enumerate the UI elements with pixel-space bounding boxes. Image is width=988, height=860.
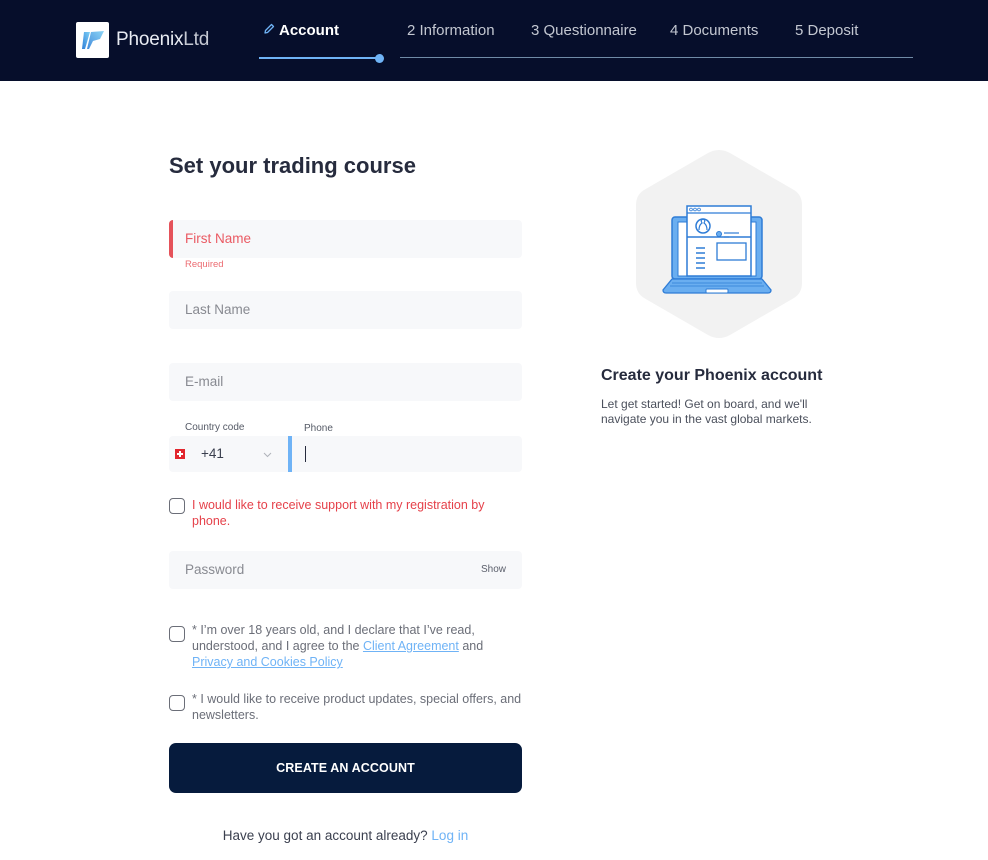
step-documents[interactable]: 4 Documents — [670, 22, 758, 39]
registration-steps: Account 2 Information 3 Questionnaire 4 … — [259, 0, 919, 81]
country-code-value: +41 — [201, 446, 224, 461]
chevron-down-icon — [263, 446, 272, 458]
email-placeholder: E-mail — [185, 374, 224, 389]
side-title: Create your Phoenix account — [601, 367, 823, 384]
newsletter-label: * I would like to receive product update… — [192, 692, 522, 722]
phone-support-checkbox[interactable] — [169, 498, 185, 514]
logo-text: PhoenixLtd — [116, 29, 209, 51]
client-agreement-link[interactable]: Client Agreement — [363, 639, 459, 653]
show-password-button[interactable]: Show — [481, 564, 506, 575]
first-name-error: Required — [185, 259, 224, 270]
phone-field-group: +41 — [169, 436, 522, 472]
logo-suffix: Ltd — [183, 29, 210, 50]
login-link[interactable]: Log in — [431, 828, 468, 843]
top-navigation-bar: PhoenixLtd Account 2 Information 3 Quest… — [0, 0, 988, 81]
country-code-label: Country code — [185, 422, 245, 433]
privacy-policy-link[interactable]: Privacy and Cookies Policy — [192, 655, 343, 669]
terms-text-middle: and — [458, 639, 484, 653]
country-code-select[interactable]: +41 — [169, 436, 288, 472]
phone-label: Phone — [304, 423, 333, 434]
last-name-input[interactable]: Last Name — [169, 291, 522, 329]
step-account[interactable]: Account — [263, 22, 339, 39]
newsletter-checkbox[interactable] — [169, 695, 185, 711]
form-title: Set your trading course — [169, 153, 416, 178]
side-description: Let get started! Get on board, and we'll… — [601, 397, 812, 426]
phone-input[interactable] — [292, 436, 522, 472]
phoenix-logo-icon — [76, 22, 109, 58]
email-input[interactable]: E-mail — [169, 363, 522, 401]
text-cursor — [305, 446, 306, 462]
laptop-profile-icon — [636, 150, 802, 338]
step-label: Account — [279, 22, 339, 39]
progress-marker — [375, 54, 384, 63]
create-account-button[interactable]: CREATE AN ACCOUNT — [169, 743, 522, 793]
switzerland-flag-icon — [175, 449, 185, 459]
last-name-placeholder: Last Name — [185, 302, 251, 317]
terms-checkbox[interactable] — [169, 626, 185, 642]
logo[interactable]: PhoenixLtd — [76, 22, 209, 58]
password-input[interactable]: Password Show — [169, 551, 522, 589]
logo-brand: Phoenix — [116, 29, 184, 50]
terms-label: * I’m over 18 years old, and I declare t… — [192, 622, 522, 670]
first-name-placeholder: First Name — [185, 231, 252, 246]
step-information[interactable]: 2 Information — [407, 22, 495, 39]
password-placeholder: Password — [185, 562, 245, 577]
pencil-icon — [263, 22, 275, 39]
step-questionnaire[interactable]: 3 Questionnaire — [531, 22, 637, 39]
first-name-input[interactable]: First Name — [169, 220, 522, 258]
progress-bar-remaining — [400, 57, 913, 58]
step-deposit[interactable]: 5 Deposit — [795, 22, 858, 39]
login-prompt-text: Have you got an account already? — [222, 828, 428, 843]
login-prompt: Have you got an account already? Log in — [169, 828, 522, 843]
phone-support-label: I would like to receive support with my … — [192, 498, 485, 528]
progress-bar-active — [259, 57, 380, 59]
